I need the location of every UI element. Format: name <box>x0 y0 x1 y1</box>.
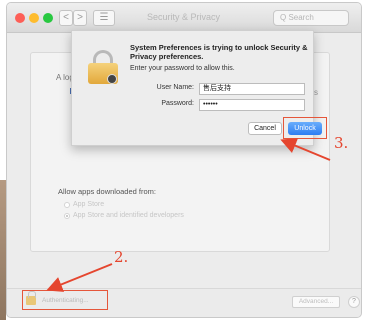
lock-icon-large <box>88 50 118 84</box>
show-all-grid-icon[interactable]: ☰ <box>93 10 115 26</box>
password-label: Password: <box>161 100 194 107</box>
window-title: Security & Privacy <box>147 12 221 22</box>
forward-button[interactable]: > <box>73 10 87 26</box>
zoom-window-button[interactable] <box>43 13 53 23</box>
search-field[interactable]: Q Search <box>273 10 349 26</box>
advanced-button[interactable]: Advanced... <box>292 296 340 308</box>
radio-button[interactable] <box>64 212 70 219</box>
username-label: User Name: <box>156 84 194 91</box>
minimize-window-button[interactable] <box>29 13 39 23</box>
help-button[interactable]: ? <box>348 296 360 308</box>
annotation-highlight-authenticating <box>22 290 108 310</box>
allow-apps-label: Allow apps downloaded from: <box>58 187 156 196</box>
radio-app-store[interactable]: App Store <box>64 201 104 208</box>
step-2-label: 2. <box>114 248 129 266</box>
pane-right-text: s <box>314 88 318 97</box>
annotation-highlight-unlock <box>283 117 327 139</box>
username-field[interactable]: 售后支持 <box>199 83 305 95</box>
back-button[interactable]: < <box>59 10 73 26</box>
dialog-subtitle: Enter your password to allow this. <box>130 65 235 72</box>
dialog-title: System Preferences is trying to unlock S… <box>130 43 308 61</box>
step-3-label: 3. <box>334 134 349 152</box>
radio-button[interactable] <box>64 201 70 208</box>
password-field[interactable]: •••••• <box>199 99 305 111</box>
radio-label: App Store <box>73 201 105 208</box>
cancel-button[interactable]: Cancel <box>248 122 282 135</box>
title-bar: < > ☰ Security & Privacy Q Search <box>7 3 361 33</box>
radio-app-store-identified[interactable]: App Store and identified developers <box>64 212 184 219</box>
close-window-button[interactable] <box>15 13 25 23</box>
radio-label: App Store and identified developers <box>73 212 184 219</box>
